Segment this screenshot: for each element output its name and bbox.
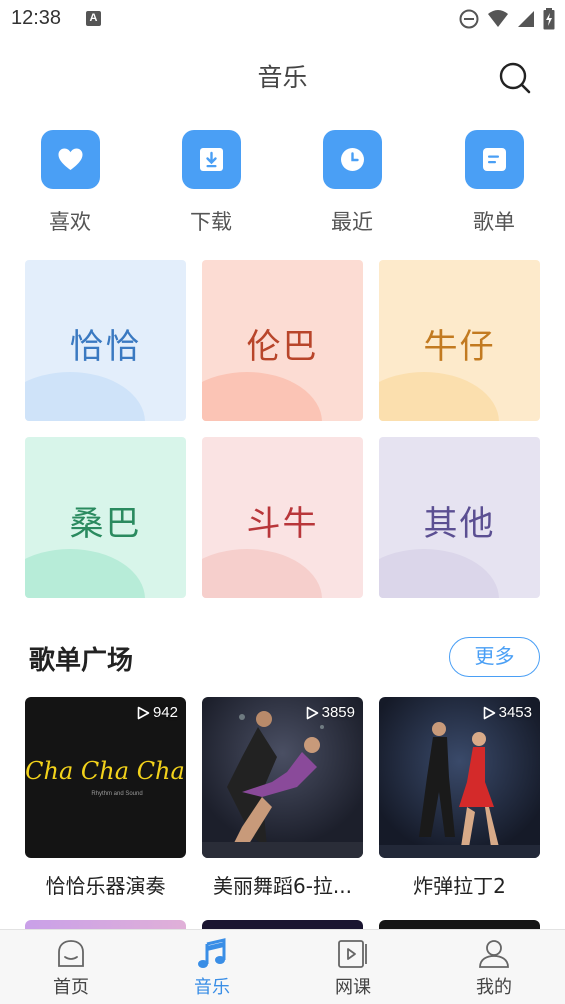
playlist-cover: 3859 — [202, 697, 363, 858]
quick-downloads[interactable]: 下载 — [161, 130, 261, 240]
card-decoration — [202, 549, 322, 598]
card-decoration — [379, 549, 499, 598]
playlist-cover: 3453 — [379, 697, 540, 858]
play-icon — [483, 706, 495, 719]
battery-icon — [543, 8, 555, 30]
tab-profile[interactable]: 我的 — [439, 930, 549, 1004]
quick-label-playlists: 歌单 — [473, 210, 515, 234]
favorites-icon-tile — [40, 130, 100, 189]
play-count: 3453 — [483, 704, 532, 721]
dance-name: 牛仔 — [423, 327, 496, 367]
dance-name: 桑巴 — [69, 504, 142, 544]
card-decoration — [202, 372, 322, 421]
playlists-icon-tile — [464, 130, 524, 189]
play-icon — [137, 706, 150, 719]
play-count: 3859 — [306, 704, 355, 721]
downloads-icon-tile — [181, 130, 241, 189]
signal-icon — [518, 11, 534, 27]
quick-playlists[interactable]: 歌单 — [444, 130, 544, 240]
wifi-icon — [488, 10, 508, 27]
page-title: 音乐 — [257, 63, 308, 92]
playlist-title: 美丽舞蹈6-拉... — [212, 874, 352, 898]
play-count: 942 — [137, 704, 178, 721]
notification-a-icon: A — [86, 11, 101, 26]
music-note-icon — [198, 938, 226, 968]
dance-card-jive[interactable]: 牛仔 — [379, 260, 540, 421]
dance-card-other[interactable]: 其他 — [379, 437, 540, 598]
tab-label-profile: 我的 — [476, 977, 512, 998]
section-title: 歌单广场 — [29, 646, 134, 676]
playlist-title: 炸弹拉丁2 — [413, 874, 506, 898]
clock-icon — [340, 148, 364, 171]
playlist-card[interactable]: 3453 炸弹拉丁2 — [379, 697, 540, 899]
playlist-icon — [482, 148, 506, 171]
play-count-value: 942 — [152, 704, 178, 721]
dance-card-chacha[interactable]: 恰恰 — [25, 260, 186, 421]
playlist-cover: Cha Cha Cha Rhythm and Sound 942 — [25, 697, 186, 858]
bottom-tab-bar: 首页 音乐 网课 我的 — [0, 929, 565, 1004]
cover-script-text: Cha Cha Cha — [25, 757, 185, 785]
search-icon — [499, 62, 531, 94]
header: 音乐 — [0, 38, 565, 114]
playlist-title: 恰恰乐器演奏 — [45, 874, 166, 898]
quick-label-downloads: 下载 — [190, 210, 232, 234]
card-decoration — [25, 549, 145, 598]
card-decoration — [379, 372, 499, 421]
tab-label-home: 首页 — [53, 977, 89, 998]
status-icons — [459, 8, 555, 30]
dance-name: 伦巴 — [246, 327, 319, 367]
playlist-plaza-header: 歌单广场 更多 — [0, 630, 565, 686]
play-icon — [306, 706, 318, 719]
play-count-value: 3453 — [498, 704, 532, 721]
video-icon — [338, 940, 367, 968]
cover-image: Cha Cha Cha Rhythm and Sound — [25, 757, 185, 797]
card-decoration — [25, 372, 145, 421]
dance-card-rumba[interactable]: 伦巴 — [202, 260, 363, 421]
quick-access-row: 喜欢 下载 最近 歌单 — [0, 130, 565, 240]
quick-label-favorites: 喜欢 — [49, 210, 91, 234]
tab-courses[interactable]: 网课 — [298, 930, 408, 1004]
quick-label-recent: 最近 — [331, 210, 373, 234]
tab-label-courses: 网课 — [335, 977, 371, 998]
playlist-card[interactable]: Cha Cha Cha Rhythm and Sound 942 恰恰乐器演奏 — [25, 697, 186, 899]
recent-icon-tile — [322, 130, 382, 189]
home-icon — [58, 940, 84, 967]
quick-recent[interactable]: 最近 — [302, 130, 402, 240]
search-button[interactable] — [497, 60, 533, 96]
cover-image — [379, 722, 540, 858]
quick-favorites[interactable]: 喜欢 — [20, 130, 120, 240]
cover-image — [202, 711, 363, 858]
download-icon — [199, 148, 223, 171]
tab-home[interactable]: 首页 — [16, 930, 126, 1004]
status-bar: 12:38 A — [0, 0, 565, 38]
dance-card-paso-doble[interactable]: 斗牛 — [202, 437, 363, 598]
more-button[interactable]: 更多 — [449, 637, 540, 677]
dance-card-samba[interactable]: 桑巴 — [25, 437, 186, 598]
dance-name: 其他 — [423, 504, 496, 544]
cover-sub-text: Rhythm and Sound — [91, 791, 142, 797]
dance-name: 斗牛 — [246, 504, 319, 544]
tab-label-music: 音乐 — [194, 977, 230, 998]
dance-name: 恰恰 — [69, 327, 142, 367]
user-icon — [479, 940, 509, 968]
playlist-card[interactable]: 3859 美丽舞蹈6-拉... — [202, 697, 363, 899]
tab-music[interactable]: 音乐 — [157, 930, 267, 1004]
heart-icon — [58, 148, 82, 170]
dnd-icon — [459, 9, 479, 29]
status-time: 12:38 — [11, 7, 62, 29]
play-count-value: 3859 — [321, 704, 355, 721]
